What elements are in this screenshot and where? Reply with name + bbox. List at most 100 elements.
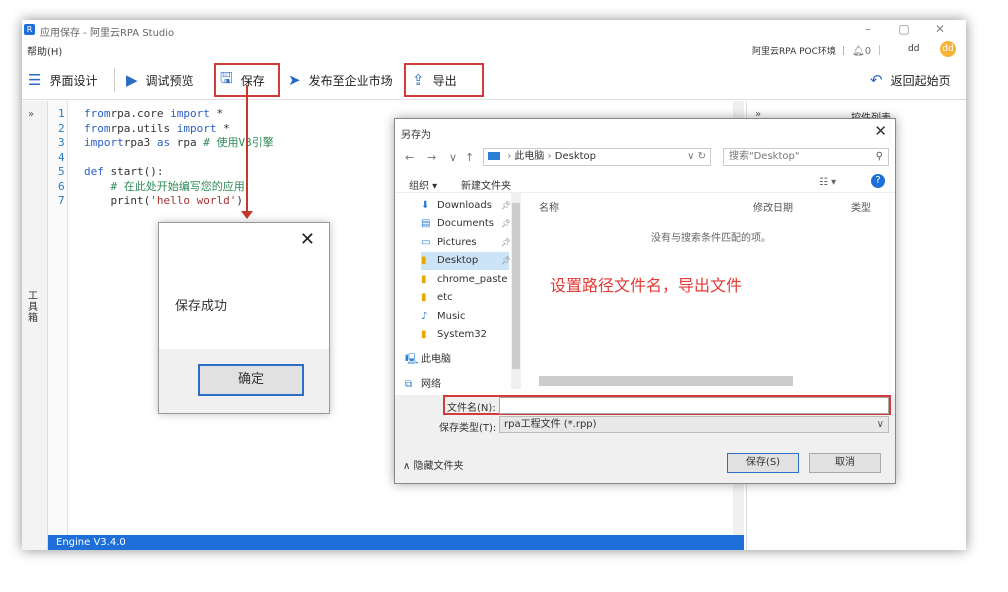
nav-item[interactable]: 🖳︎ 此电脑 (405, 351, 493, 369)
expand-icon[interactable]: » (28, 109, 34, 120)
message-footer: 确定 (159, 349, 329, 413)
main-toolbar: ☰ 界面设计 ▶ 调试预览 🖫 保存 ➤ 发布至企业市场 ⇪ 导出 ↶ 返回起始… (22, 58, 966, 100)
nav-scrollbar[interactable] (511, 193, 521, 389)
studio-window: R 应用保存 - 阿里云RPA Studio – ▢ ✕ 帮助(H) 阿里云RP… (22, 20, 966, 550)
line-number: 6 (58, 179, 65, 193)
line-number: 2 (58, 121, 65, 135)
nav-item-label: 网络 (421, 379, 441, 390)
debug-preview-button[interactable]: ▶ 调试预览 (126, 70, 194, 90)
nav-item[interactable]: ▤ Documents 📌︎ (421, 215, 511, 233)
save-button[interactable]: 🖫 保存 (220, 69, 265, 90)
maximize-button[interactable]: ▢ (894, 22, 914, 36)
environment-label[interactable]: 阿里云RPA POC环境 ｜ (752, 44, 848, 57)
chevron-down-icon: ∨ (876, 419, 884, 430)
pin-icon: 📌︎ (500, 238, 511, 247)
nav-item[interactable]: ▮ chrome_paste (421, 271, 509, 289)
breadcrumb-computer[interactable]: 此电脑 (514, 151, 544, 162)
hide-folders-toggle[interactable]: ∧ 隐藏文件夹 (403, 457, 464, 472)
left-rail: » 工具箱 (22, 101, 48, 550)
code-token: 'hello world' (150, 194, 237, 207)
menu-bar: 帮助(H) 阿里云RPA POC环境 ｜ 🔔︎0 ｜ dd dd (22, 40, 966, 58)
publish-button[interactable]: ➤ 发布至企业市场 (288, 70, 393, 90)
nav-item[interactable]: ▮ System32 (421, 326, 509, 344)
breadcrumb-desktop[interactable]: Desktop (555, 151, 596, 162)
bell-icon: 🔔︎ (852, 46, 865, 57)
folder-icon (488, 152, 500, 160)
code-token: import (84, 136, 124, 149)
filetype-value: rpa工程文件 (*.rpp) (504, 419, 597, 430)
nav-item-label: 此电脑 (421, 354, 451, 365)
back-icon[interactable]: ← (405, 151, 414, 164)
nav-item-label: System32 (437, 329, 488, 340)
computer-icon: 🖳︎ (405, 354, 419, 365)
code-token: start(): (103, 165, 164, 178)
status-bar: Engine V3.4.0 (48, 535, 744, 550)
filetype-select[interactable]: rpa工程文件 (*.rpp) ∨ (499, 416, 889, 433)
filename-input[interactable] (499, 397, 889, 414)
column-name[interactable]: 名称 (539, 199, 559, 214)
message-text: 保存成功 (175, 299, 228, 314)
save-dialog-button[interactable]: 保存(S) (727, 453, 799, 473)
notification-bell[interactable]: 🔔︎0 ｜ (852, 42, 884, 57)
organize-menu[interactable]: 组织 ▾ (409, 177, 437, 192)
nav-item[interactable]: ▮ Desktop 📌︎ (421, 252, 511, 270)
nav-scroll-thumb[interactable] (512, 203, 520, 369)
folder-icon: ▮ (421, 292, 427, 303)
horizontal-scrollbar[interactable] (523, 373, 891, 387)
annotation-text: 设置路径文件名，导出文件 (550, 276, 743, 295)
save-label: 保存 (240, 73, 265, 88)
code-token: # 使用V3引擎 (203, 136, 274, 149)
avatar[interactable]: dd (940, 41, 956, 57)
ui-design-button[interactable]: ☰ 界面设计 (28, 70, 97, 90)
folder-icon: ▮ (421, 274, 427, 285)
h-scroll-thumb[interactable] (539, 376, 793, 386)
nav-item[interactable]: ⧉ 网络 (405, 376, 493, 394)
code-token: * (216, 121, 230, 135)
code-token: ) (236, 194, 243, 207)
export-button[interactable]: ⇪ 导出 (412, 70, 457, 90)
nav-item[interactable]: ⬇ Downloads 📌︎ (421, 197, 511, 215)
search-input[interactable]: 搜索"Desktop" ⚲ (723, 148, 889, 166)
publish-label: 发布至企业市场 (308, 73, 393, 88)
filetype-label: 保存类型(T): (439, 423, 497, 434)
nav-item[interactable]: ♪ Music (421, 308, 509, 326)
code-token: rpa.core (110, 107, 171, 120)
up-icon[interactable]: ↑ (465, 151, 474, 164)
nav-item-label: Music (437, 311, 466, 322)
debug-preview-label: 调试预览 (145, 73, 194, 88)
view-options-icon[interactable]: ☷ ▾ (819, 177, 836, 188)
code-token: print( (84, 194, 151, 207)
back-home-button[interactable]: ↶ 返回起始页 (870, 70, 951, 90)
annotation-arrow-head (241, 211, 253, 219)
user-name[interactable]: dd (908, 44, 919, 54)
refresh-icon[interactable]: ∨ ↻ (687, 149, 706, 165)
close-window-button[interactable]: ✕ (930, 22, 950, 36)
toolbar-divider (114, 68, 115, 92)
cancel-button[interactable]: 取消 (809, 453, 881, 473)
dialog-close-icon[interactable]: ✕ (874, 122, 887, 140)
code-token: # 在此处开始编写您的应用 (110, 179, 245, 193)
app-logo-icon: R (24, 24, 35, 35)
column-modified[interactable]: 修改日期 (753, 199, 793, 214)
command-row: 组织 ▾ 新建文件夹 ☷ ▾ ? (395, 171, 895, 193)
save-success-dialog: ✕ 保存成功 确定 (158, 222, 330, 414)
address-bar[interactable]: › 此电脑 › Desktop ∨ ↻ (483, 148, 711, 166)
forward-icon[interactable]: → (427, 151, 436, 164)
layout-icon: ☰ (28, 71, 42, 89)
column-type[interactable]: 类型 (851, 199, 871, 214)
code-token: rpa.utils (110, 121, 177, 135)
help-icon[interactable]: ? (871, 174, 885, 188)
line-number: 1 (58, 107, 65, 120)
history-dropdown-icon[interactable]: ∨ (449, 151, 457, 164)
minimize-button[interactable]: – (858, 22, 878, 36)
nav-item-label: Documents (437, 218, 495, 229)
search-icon: ⚲ (875, 151, 883, 162)
new-folder-button[interactable]: 新建文件夹 (461, 177, 511, 192)
nav-item[interactable]: ▭ Pictures 📌︎ (421, 234, 511, 252)
ok-button[interactable]: 确定 (198, 364, 304, 396)
toolbox-tab[interactable]: 工具箱 (28, 291, 40, 324)
menu-help[interactable]: 帮助(H) (27, 43, 62, 58)
nav-item[interactable]: ▮ etc (421, 289, 509, 307)
nav-item-label: chrome_paste (437, 274, 508, 285)
close-icon[interactable]: ✕ (300, 229, 315, 250)
